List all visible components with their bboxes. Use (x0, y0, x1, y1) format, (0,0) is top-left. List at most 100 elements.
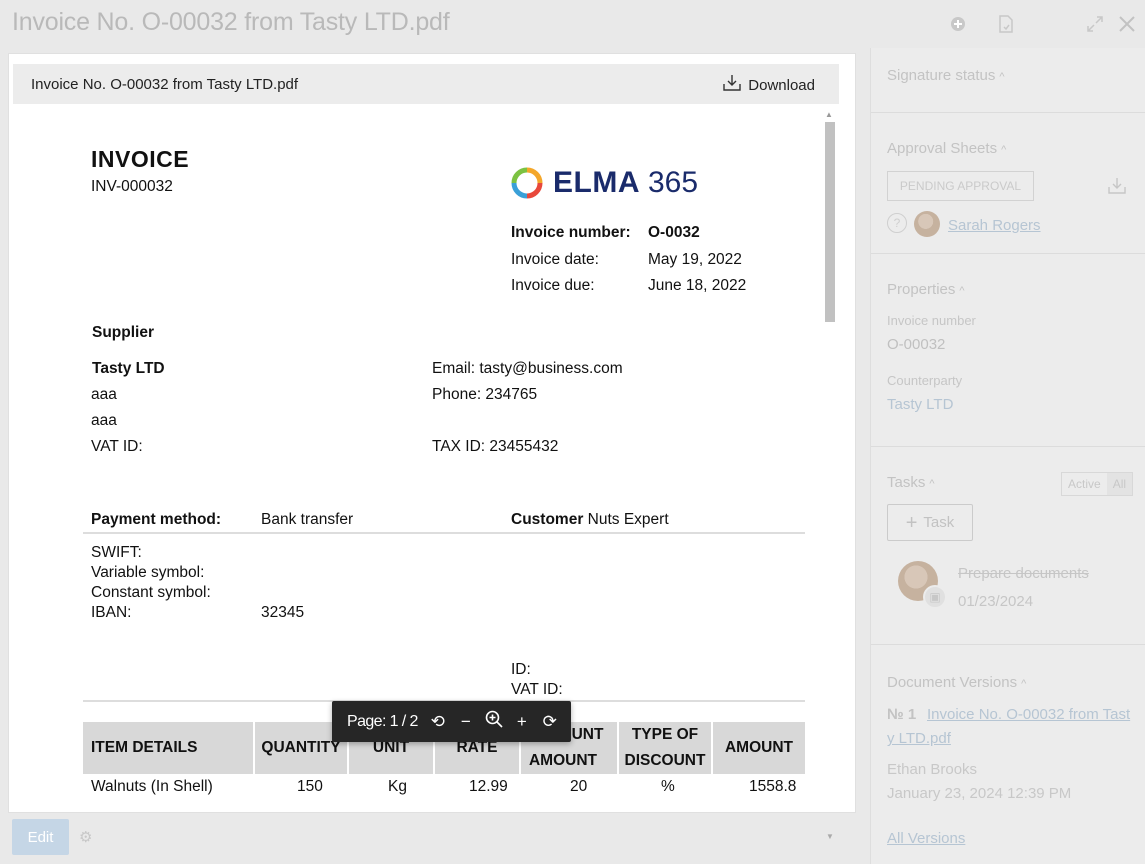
document-versions-section: Document Versions ^ № 1 Invoice No. O-000… (871, 645, 1145, 864)
avatar (914, 211, 940, 237)
document-versions-title: Document Versions (887, 674, 1018, 691)
invoice-code: INV-000032 (91, 178, 173, 195)
page-indicator: Page: 1 / 2 (347, 712, 418, 730)
elma-logo: ELMA 365 (511, 166, 698, 200)
plus-icon: + (905, 511, 918, 534)
edit-button[interactable]: Edit (12, 819, 69, 855)
task-title[interactable]: Prepare documents (958, 565, 1089, 582)
caret-up-icon: ^ (929, 478, 935, 490)
counterparty-field-value[interactable]: Tasty LTD (887, 396, 953, 413)
counterparty-field-label: Counterparty (887, 373, 963, 388)
payment-method-value: Bank transfer (261, 511, 354, 528)
approval-sheets-section: Approval Sheets ^ PENDING APPROVAL ? Sara… (871, 113, 1145, 254)
filter-all[interactable]: All (1106, 473, 1133, 495)
viewer-scrollbar[interactable]: ▲ (823, 110, 835, 810)
signature-status-section: Signature status ^ (871, 48, 1145, 113)
supplier-heading: Supplier (92, 324, 155, 341)
rotate-left-icon[interactable]: ⟲ (424, 712, 452, 732)
scroll-down-arrow-icon[interactable]: ▼ (826, 832, 834, 841)
version-file-link-cont[interactable]: y LTD.pdf (887, 730, 951, 747)
supplier-address-2: aaa (91, 412, 117, 429)
invoice-date-value: May 19, 2022 (648, 251, 742, 268)
tasks-header[interactable]: Tasks ^ (887, 474, 935, 491)
supplier-phone: Phone: 234765 (432, 386, 538, 403)
document-viewer: Invoice No. O-00032 from Tasty LTD.pdf D… (8, 53, 856, 813)
version-number: № 1 (887, 706, 917, 723)
gear-icon[interactable]: ⚙ (79, 828, 92, 846)
zoom-out-button[interactable]: − (452, 712, 480, 732)
invoice-number-label: Invoice number: (511, 224, 631, 241)
customer-vat-label: VAT ID: (511, 681, 563, 698)
invoice-due-value: June 18, 2022 (648, 277, 747, 294)
row-discount-type: % (661, 778, 675, 795)
constant-symbol-label: Constant symbol: (91, 584, 211, 601)
pdf-page[interactable]: INVOICE INV-000032 ELMA 365 Invoice numb… (13, 104, 821, 804)
col-item-details: ITEM DETAILS (91, 739, 198, 756)
row-unit: Kg (388, 778, 407, 795)
divider (83, 532, 805, 534)
logo-number: 365 (648, 166, 699, 199)
col-type-of-discount-line1: TYPE OF (631, 726, 699, 743)
version-author: Ethan Brooks (887, 761, 978, 778)
customer: Customer Nuts Expert (511, 511, 669, 529)
pending-approval-badge: PENDING APPROVAL (887, 171, 1034, 201)
document-versions-header[interactable]: Document Versions ^ (887, 674, 1026, 691)
invoice-heading: INVOICE (91, 146, 190, 172)
download-icon[interactable] (1107, 177, 1127, 200)
zoom-in-button[interactable]: + (508, 712, 536, 732)
download-button[interactable]: Download (722, 74, 815, 96)
page-toolbar: Page: 1 / 2 ⟲ − + ⟳ (332, 701, 571, 742)
supplier-vat: VAT ID: (91, 438, 143, 455)
tasks-title: Tasks (887, 474, 926, 491)
viewer-header: Invoice No. O-00032 from Tasty LTD.pdf D… (13, 64, 839, 104)
col-type-of-discount-line2: DISCOUNT (624, 752, 706, 769)
row-amount: 1558.8 (749, 778, 797, 795)
title-bar: Invoice No. O-00032 from Tasty LTD.pdf (0, 0, 1145, 48)
iban-label: IBAN: (91, 604, 132, 621)
invoice-number-field-value: O-00032 (887, 336, 946, 353)
scroll-thumb[interactable] (825, 122, 835, 322)
download-label: Download (748, 76, 815, 94)
properties-title: Properties (887, 281, 956, 298)
caret-up-icon: ^ (1021, 678, 1027, 690)
add-task-label: Task (923, 514, 955, 531)
supplier-tax-id: TAX ID: 23455432 (432, 438, 559, 455)
row-discount-amount: 20 (570, 778, 588, 795)
tasks-section: Tasks ^ Active All + Task ▣ Prepare docum… (871, 447, 1145, 645)
swift-label: SWIFT: (91, 544, 142, 561)
elma-logo-icon (511, 167, 543, 199)
scroll-up-arrow-icon[interactable]: ▲ (825, 110, 833, 119)
invoice-date-label: Invoice date: (511, 251, 599, 268)
task-type-icon: ▣ (923, 585, 947, 609)
caret-up-icon: ^ (999, 71, 1005, 83)
plus-circle-icon[interactable] (946, 12, 970, 36)
help-icon[interactable]: ? (887, 213, 907, 233)
properties-header[interactable]: Properties ^ (887, 281, 965, 298)
invoice-number-value: O-0032 (648, 224, 700, 241)
properties-section: Properties ^ Invoice number O-00032 Count… (871, 254, 1145, 447)
signature-status-header[interactable]: Signature status ^ (887, 67, 1005, 84)
all-versions-link[interactable]: All Versions (887, 830, 965, 847)
side-panel: Signature status ^ Approval Sheets ^ PENDI… (870, 48, 1145, 864)
close-icon[interactable] (1115, 12, 1139, 36)
viewer-file-name: Invoice No. O-00032 from Tasty LTD.pdf (31, 76, 299, 93)
add-task-button[interactable]: + Task (887, 504, 973, 541)
approval-sheets-header[interactable]: Approval Sheets ^ (887, 140, 1006, 157)
col-type-of-discount: TYPE OF DISCOUNT (619, 722, 711, 774)
col-amount: AMOUNT (724, 739, 794, 756)
zoom-icon[interactable] (480, 710, 508, 733)
version-file-link[interactable]: Invoice No. O-00032 from Tast (927, 706, 1130, 723)
expand-icon[interactable] (1083, 12, 1107, 36)
variable-symbol-label: Variable symbol: (91, 564, 205, 581)
logo-text: ELMA (553, 166, 640, 199)
document-icon[interactable] (994, 12, 1018, 36)
caret-up-icon: ^ (1001, 144, 1007, 156)
approver-link[interactable]: Sarah Rogers (948, 217, 1041, 234)
caret-up-icon: ^ (959, 285, 965, 297)
filter-active[interactable]: Active (1062, 473, 1107, 495)
signature-status-title: Signature status (887, 67, 996, 84)
supplier-email: Email: tasty@business.com (432, 360, 623, 377)
customer-label: Customer (511, 511, 584, 528)
rotate-right-icon[interactable]: ⟳ (536, 712, 564, 732)
supplier-address-1: aaa (91, 386, 117, 403)
